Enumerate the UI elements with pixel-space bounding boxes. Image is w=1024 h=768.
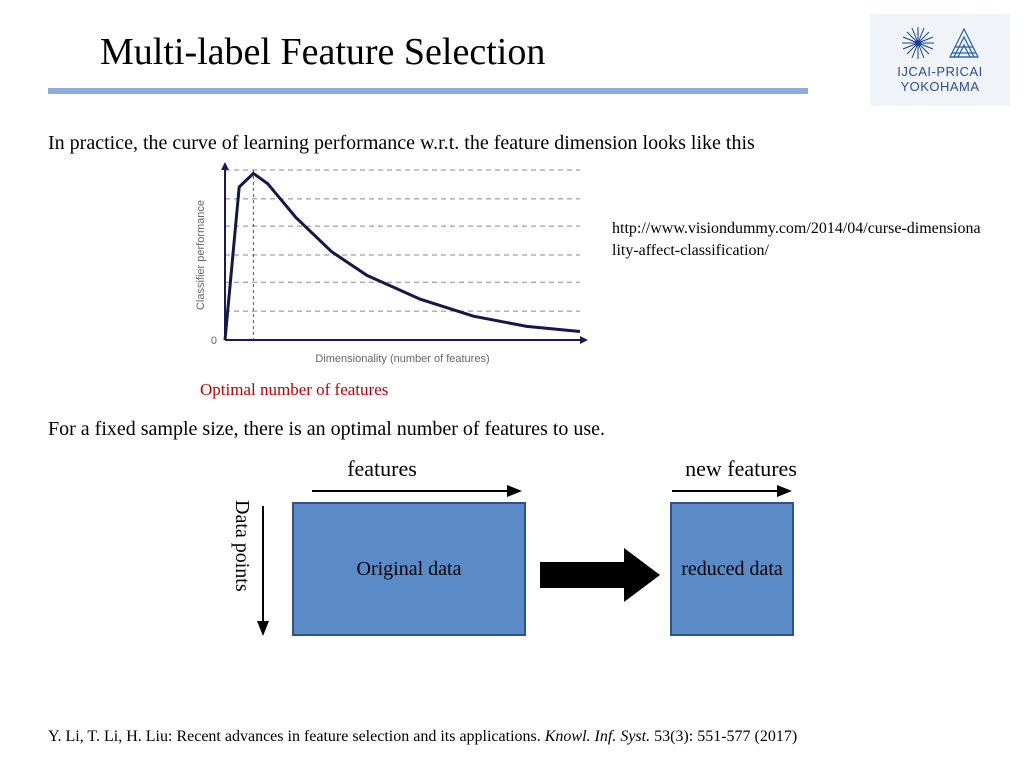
performance-chart: Dimensionality (number of features) Class… (190, 160, 590, 370)
original-data-box: Original data (292, 502, 526, 636)
page-title: Multi-label Feature Selection (100, 30, 545, 74)
body-line-2: For a fixed sample size, there is an opt… (48, 418, 968, 441)
slide: Multi-label Feature Selection (0, 0, 1024, 768)
triangle-icon (946, 25, 982, 61)
reduced-data-text: reduced data (681, 558, 783, 581)
logo-line1: IJCAI-PRICAI (897, 64, 982, 79)
conference-logo: IJCAI-PRICAI YOKOHAMA (870, 14, 1010, 106)
features-label: features (312, 456, 452, 482)
new-features-label: new features (656, 456, 826, 482)
source-url: http://www.visiondummy.com/2014/04/curse… (612, 218, 982, 261)
citation-authors: Y. Li, T. Li, H. Liu: Recent advances in… (48, 728, 545, 745)
svg-text:Dimensionality (number of feat: Dimensionality (number of features) (315, 353, 489, 365)
body-line-1: In practice, the curve of learning perfo… (48, 132, 968, 155)
svg-text:Classifier performance: Classifier performance (195, 200, 207, 310)
data-points-arrow-icon (254, 506, 272, 636)
transform-arrow-icon (540, 548, 660, 602)
citation-rest: 53(3): 551-577 (2017) (650, 728, 797, 745)
features-arrow-icon (312, 482, 522, 500)
original-data-text: Original data (357, 558, 462, 581)
sunburst-icon (898, 25, 938, 61)
logo-line2: YOKOHAMA (900, 79, 979, 94)
title-rule (48, 88, 808, 94)
optimal-caption: Optimal number of features (200, 380, 388, 400)
new-features-arrow-icon (672, 482, 792, 500)
svg-text:0: 0 (211, 335, 217, 347)
reduced-data-box: reduced data (670, 502, 794, 636)
logo-graphics (898, 25, 982, 61)
data-points-label: Data points (230, 500, 253, 592)
logo-text: IJCAI-PRICAI YOKOHAMA (897, 65, 982, 95)
citation: Y. Li, T. Li, H. Liu: Recent advances in… (48, 728, 978, 746)
citation-journal: Knowl. Inf. Syst. (545, 728, 650, 745)
